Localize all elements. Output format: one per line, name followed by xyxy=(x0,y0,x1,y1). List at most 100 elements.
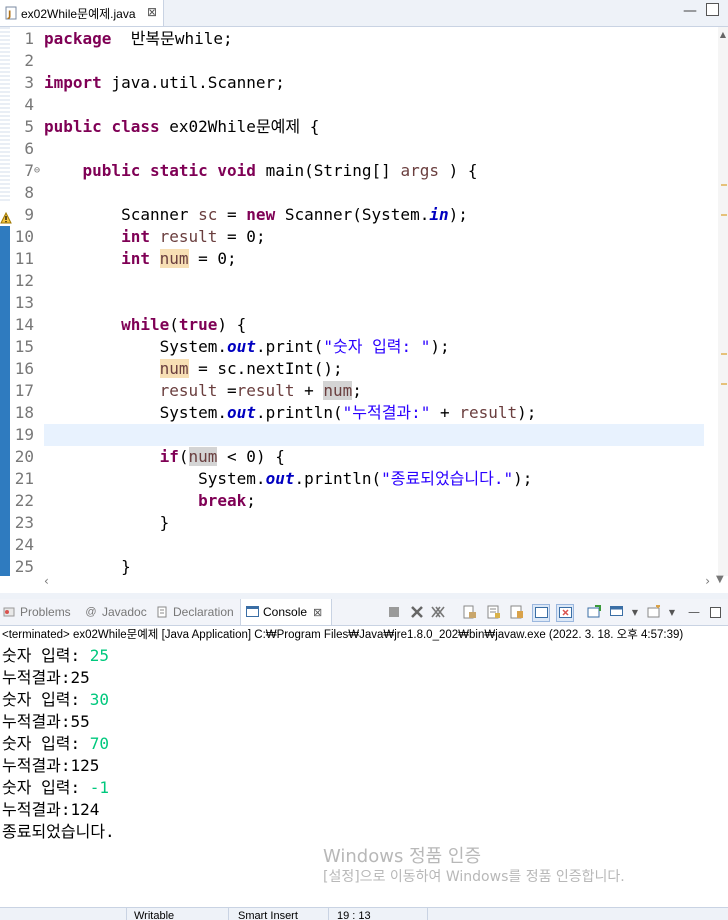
fold-icon[interactable]: ⊖ xyxy=(34,160,40,182)
show-on-stdout-icon[interactable] xyxy=(532,604,550,622)
code-line[interactable]: 1 package 반복문while; xyxy=(0,28,718,50)
line-number: 21 xyxy=(14,469,34,488)
code-line[interactable]: 7 ⊖ public static void main(String[] args… xyxy=(0,160,718,182)
line-number: 5 xyxy=(24,117,34,136)
code-token: = sc.nextInt(); xyxy=(188,359,343,378)
code-line[interactable]: 3 import java.util.Scanner; xyxy=(0,72,718,94)
maximize-icon[interactable] xyxy=(706,3,719,16)
line-number: 17 xyxy=(14,381,34,400)
code-token: ; xyxy=(246,491,256,510)
editor-tab-ex02while[interactable]: J ex02While문예제.java ⊠ xyxy=(0,0,164,26)
remove-launch-icon[interactable] xyxy=(409,604,425,620)
code-token: .println( xyxy=(255,403,343,422)
code-token: } xyxy=(44,513,170,532)
tab-console[interactable]: Console ⊠ xyxy=(240,599,332,625)
overview-ruler[interactable] xyxy=(718,27,728,576)
code-line[interactable]: 10 int result = 0; xyxy=(0,226,718,248)
overview-mark[interactable] xyxy=(721,214,727,216)
code-token: num xyxy=(188,447,218,466)
console-line: 종료되었습니다. xyxy=(2,821,115,843)
code-line[interactable]: 24 xyxy=(0,534,718,556)
tab-javadoc[interactable]: @ Javadoc xyxy=(84,599,152,625)
console-text: 숫자 입력: xyxy=(2,646,90,665)
code-line[interactable]: 25 } xyxy=(0,556,718,576)
overview-mark[interactable] xyxy=(721,184,727,186)
code-line[interactable]: 23 } xyxy=(0,512,718,534)
overview-mark[interactable] xyxy=(721,353,727,355)
code-line[interactable]: 19 xyxy=(0,424,718,446)
terminate-icon[interactable] xyxy=(386,604,402,620)
code-line[interactable]: 20 if(num < 0) { xyxy=(0,446,718,468)
code-line[interactable]: 2 xyxy=(0,50,718,72)
overview-mark[interactable] xyxy=(721,383,727,385)
clear-console-icon[interactable] xyxy=(462,604,478,620)
line-number: 24 xyxy=(14,535,34,554)
editor-tab-bar: J ex02While문예제.java ⊠ — xyxy=(0,0,728,27)
code-token: while xyxy=(121,315,170,334)
code-line[interactable]: 18 System.out.println("누적결과:" + result); xyxy=(0,402,718,424)
scroll-right-icon[interactable]: › xyxy=(705,574,710,588)
open-console-icon[interactable] xyxy=(646,604,662,620)
scroll-left-icon[interactable]: ‹ xyxy=(44,574,49,588)
code-token: int xyxy=(121,227,150,246)
word-wrap-icon[interactable] xyxy=(509,604,525,620)
code-line[interactable]: 21 System.out.println("종료되었습니다."); xyxy=(0,468,718,490)
code-text: if(num < 0) { xyxy=(44,446,285,468)
code-token: .println( xyxy=(294,469,382,488)
code-line[interactable]: 15 System.out.print("숫자 입력: "); xyxy=(0,336,718,358)
minimize-icon[interactable]: — xyxy=(686,604,702,620)
maximize-icon[interactable] xyxy=(707,604,723,620)
console-text: 숫자 입력: xyxy=(2,690,90,709)
scroll-up-icon[interactable]: ▲ xyxy=(718,30,728,39)
code-token: num xyxy=(159,359,189,378)
scroll-down-icon[interactable]: ▼ xyxy=(716,574,724,585)
code-line[interactable]: 22 break; xyxy=(0,490,718,512)
code-text: int num = 0; xyxy=(44,248,237,270)
code-line[interactable]: 9 Scanner sc = new Scanner(System.in); xyxy=(0,204,718,226)
status-bar: Writable Smart Insert 19 : 13 xyxy=(0,907,728,920)
code-token: break xyxy=(198,491,247,510)
code-line[interactable]: 4 xyxy=(0,94,718,116)
display-selected-console-icon[interactable] xyxy=(609,604,625,620)
code-line[interactable]: 13 xyxy=(0,292,718,314)
code-line[interactable]: 5 public class ex02While문예제 { xyxy=(0,116,718,138)
code-editor[interactable]: 1 package 반복문while; 2 3 import java.util.Sca… xyxy=(0,27,718,576)
chevron-down-icon[interactable]: ▼ xyxy=(664,604,680,620)
horizontal-scrollbar[interactable]: ‹ › xyxy=(44,574,710,591)
console-line: 숫자 입력: 30 xyxy=(2,689,109,711)
line-number: 10 xyxy=(14,227,34,246)
code-token: System. xyxy=(44,469,266,488)
code-token: import xyxy=(44,73,102,92)
pin-console-icon[interactable] xyxy=(586,604,602,620)
close-icon[interactable]: ⊠ xyxy=(313,606,322,619)
status-separator xyxy=(427,908,428,920)
tab-declaration[interactable]: Declaration xyxy=(155,599,237,625)
code-text: } xyxy=(44,512,170,534)
code-line[interactable]: 6 xyxy=(0,138,718,160)
code-token: = 0; xyxy=(188,249,237,268)
code-token: result xyxy=(236,381,295,400)
code-line[interactable]: 14 while(true) { xyxy=(0,314,718,336)
remove-all-terminated-icon[interactable] xyxy=(430,604,446,620)
console-user-input: 25 xyxy=(89,646,110,665)
code-token: Scanner xyxy=(44,205,199,224)
code-line[interactable]: 17 result =result + num; xyxy=(0,380,718,402)
console-line: 숫자 입력: 25 xyxy=(2,645,109,667)
chevron-down-icon[interactable]: ▼ xyxy=(627,604,643,620)
code-line[interactable]: 8 xyxy=(0,182,718,204)
minimize-icon[interactable]: — xyxy=(683,3,697,19)
code-line[interactable]: 16 num = sc.nextInt(); xyxy=(0,358,718,380)
scroll-lock-icon[interactable] xyxy=(486,604,502,620)
tab-problems[interactable]: Problems xyxy=(2,599,80,625)
code-token: = xyxy=(217,205,247,224)
code-token: sc xyxy=(198,205,218,224)
code-line[interactable]: 12 xyxy=(0,270,718,292)
close-icon[interactable]: ⊠ xyxy=(147,5,157,19)
line-number: 8 xyxy=(24,183,34,202)
code-token: System. xyxy=(44,403,228,422)
code-line[interactable]: 11 int num = 0; xyxy=(0,248,718,270)
code-token: static xyxy=(149,161,208,180)
show-on-stderr-icon[interactable] xyxy=(556,604,574,622)
